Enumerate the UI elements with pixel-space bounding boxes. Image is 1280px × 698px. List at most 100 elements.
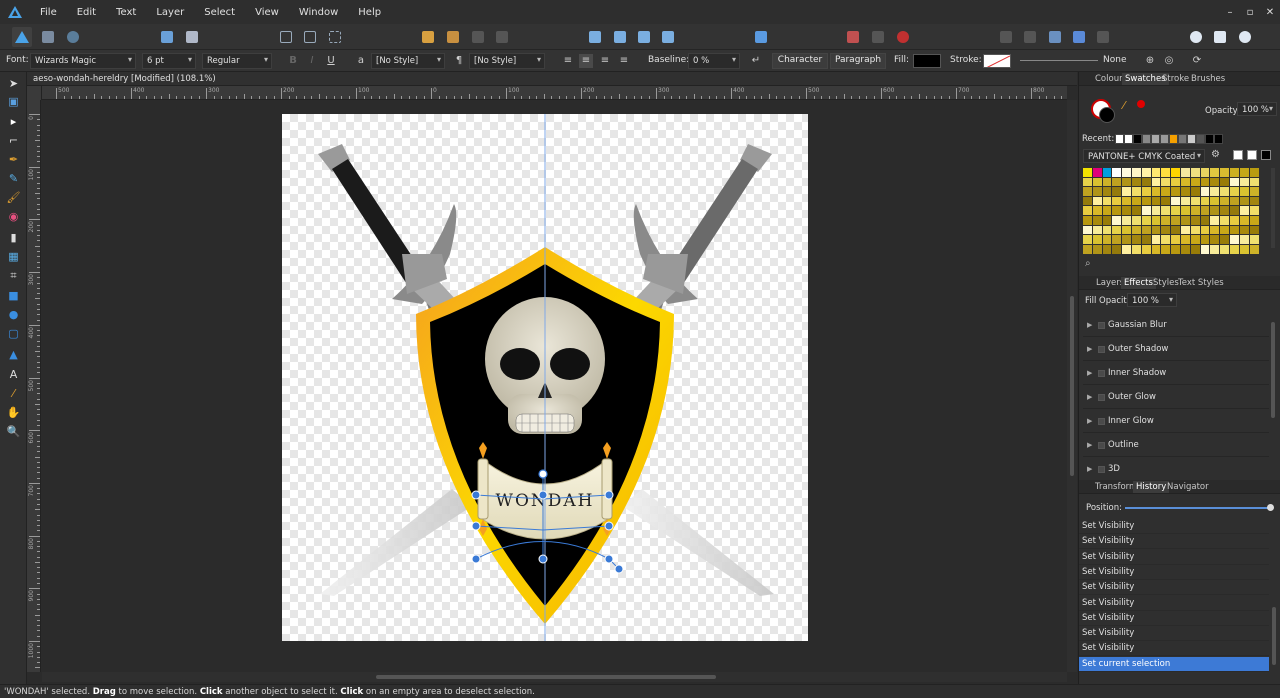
swatch[interactable] [1248,176,1260,188]
effect-checkbox[interactable] [1098,394,1105,401]
recent-swatch[interactable] [1169,134,1178,144]
grid-icon[interactable] [843,27,863,47]
swatch[interactable] [1111,176,1123,188]
swatch[interactable] [1219,195,1231,207]
paragraph-button[interactable]: Paragraph [830,53,886,69]
rotate-left-icon[interactable] [634,27,654,47]
opacity-dropdown[interactable]: 100 % [1237,102,1277,116]
menu-file[interactable]: File [30,7,67,18]
swatch[interactable] [1199,195,1211,207]
swatch[interactable] [1160,243,1172,255]
swatch[interactable] [1189,186,1201,198]
swatch[interactable] [1189,176,1201,188]
swatch[interactable] [1121,186,1133,198]
expand-arrow-icon[interactable]: ▶ [1087,465,1092,473]
handle-bottom-center[interactable] [538,554,548,564]
swatch[interactable] [1140,224,1152,236]
place-image-icon[interactable]: ▦ [5,248,22,265]
history-item[interactable]: Set Visibility [1079,565,1269,580]
text-wrap-icon[interactable]: ↵ [749,54,763,68]
expand-arrow-icon[interactable]: ▶ [1087,321,1092,329]
eyedropper-tool-icon[interactable]: ⁄ [5,385,22,402]
vertical-scroll-thumb[interactable] [1070,296,1074,476]
swatch[interactable] [1101,215,1113,226]
swatch[interactable] [1189,215,1201,226]
swatch[interactable] [1121,167,1133,178]
snap-grid-icon[interactable] [868,27,888,47]
swatch[interactable] [1091,176,1103,188]
swatch[interactable] [1160,224,1172,236]
effect-row[interactable]: ▶ Gaussian Blur [1083,315,1269,337]
swatch[interactable] [1121,176,1133,188]
swatch[interactable] [1091,195,1103,207]
swatch[interactable] [1199,234,1211,246]
swatch[interactable] [1170,224,1182,236]
menu-layer[interactable]: Layer [146,7,194,18]
recent-swatch[interactable] [1196,134,1205,144]
recent-swatch[interactable] [1151,134,1160,144]
none-swatch[interactable] [1233,150,1243,160]
swatch[interactable] [1199,176,1211,188]
swatch[interactable] [1121,205,1133,217]
crop-tool-icon[interactable]: ⌗ [5,267,22,284]
swatch[interactable] [1131,205,1142,217]
maximize-button[interactable]: ▫ [1240,0,1260,24]
handle-mid-right[interactable] [604,521,614,531]
swatch[interactable] [1150,215,1162,226]
swatch[interactable] [1111,224,1123,236]
swatch[interactable] [1101,195,1113,207]
swatch[interactable] [1219,224,1231,236]
arrange-back-icon[interactable] [418,27,438,47]
swatch[interactable] [1209,205,1221,217]
swatch[interactable] [1180,234,1191,246]
menu-window[interactable]: Window [289,7,348,18]
paragraph-style-dropdown[interactable]: [No Style] [469,53,545,69]
recent-swatch[interactable] [1187,134,1196,144]
swatch[interactable] [1209,224,1221,236]
handle-mid-left[interactable] [471,521,481,531]
swatch[interactable] [1082,186,1093,198]
swatch[interactable] [1219,234,1231,246]
swatch[interactable] [1209,186,1221,198]
swatch[interactable] [1160,167,1172,178]
history-item[interactable]: Set Visibility [1079,534,1269,550]
recent-swatch[interactable] [1214,134,1223,144]
flip-horizontal-icon[interactable] [585,27,605,47]
insert-behind-icon[interactable] [1210,27,1230,47]
swatch[interactable] [1180,176,1191,188]
swatch[interactable] [1199,186,1211,198]
swatch[interactable] [1229,215,1240,226]
swatch[interactable] [1121,224,1133,236]
export-persona-icon[interactable] [63,27,83,47]
swatch[interactable] [1189,205,1201,217]
handle-top-center[interactable] [538,490,548,500]
view-preview-icon[interactable]: ◎ [1162,54,1176,68]
swatch[interactable] [1238,167,1250,178]
artboard-tool-icon[interactable]: ▣ [5,93,22,110]
swatch[interactable] [1209,234,1221,246]
character-style-dropdown[interactable]: [No Style] [371,53,445,69]
swatch[interactable] [1189,234,1201,246]
italic-button[interactable]: I [305,54,319,68]
swatch[interactable] [1121,243,1133,255]
swatch[interactable] [1229,186,1240,198]
swatch[interactable] [1111,243,1123,255]
pen-tool-icon[interactable]: ✒ [5,151,22,168]
history-item[interactable]: Set current selection [1079,656,1269,672]
swatch[interactable] [1248,243,1260,255]
swatch[interactable] [1238,243,1250,255]
expand-arrow-icon[interactable]: ▶ [1087,393,1092,401]
swatch[interactable] [1238,186,1250,198]
palette-dropdown[interactable]: PANTONE+ CMYK Coated [1083,149,1205,163]
horizontal-scroll-thumb[interactable] [376,675,716,679]
effect-row[interactable]: ▶ Outer Shadow [1083,339,1269,361]
vertical-ruler[interactable]: 0 100 200 300 400 500 600 700 800 900 1000 [27,100,41,672]
swatch[interactable] [1101,176,1113,188]
swatch[interactable] [1091,167,1103,178]
swatch[interactable] [1209,167,1221,178]
swatch[interactable] [1238,215,1250,226]
underline-button[interactable]: U [324,54,338,68]
swatch[interactable] [1170,234,1182,246]
swatch[interactable] [1150,234,1162,246]
search-icon[interactable]: ⌕ [1085,258,1091,269]
